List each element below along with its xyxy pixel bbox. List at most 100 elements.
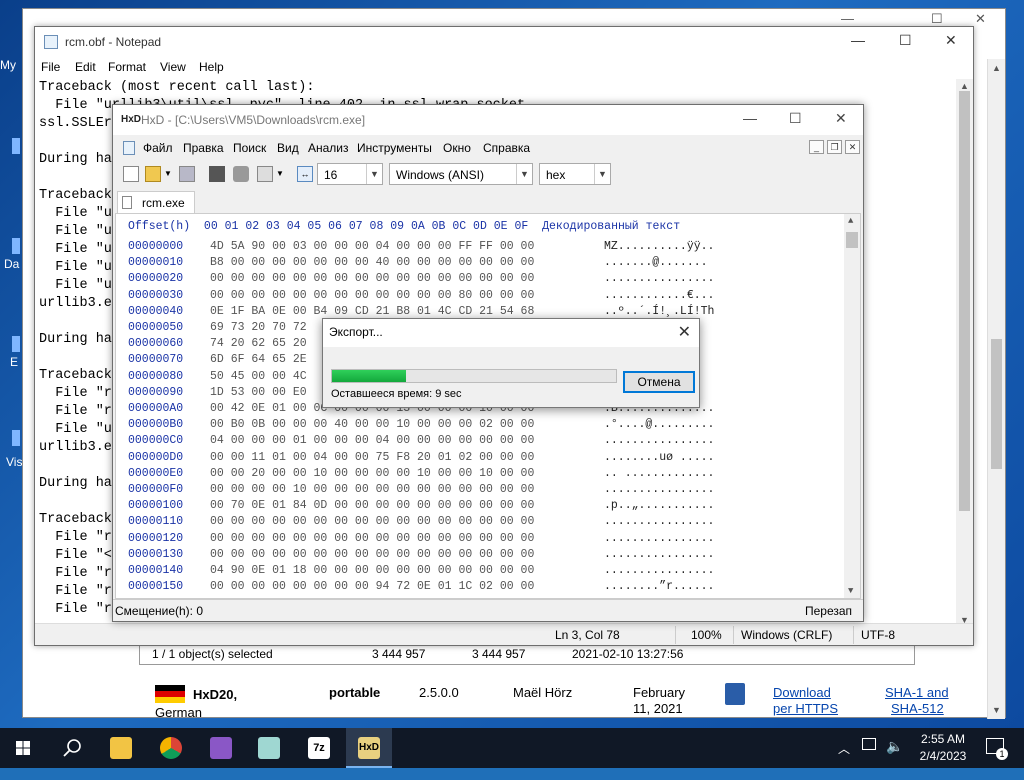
hex-bytes[interactable]: 00 00 00 00 00 00 00 00 94 72 0E 01 1C 0…	[210, 580, 534, 593]
mdi-restore-icon[interactable]: ❐	[827, 140, 842, 154]
scroll-up-icon[interactable]: ▲	[960, 81, 969, 91]
taskbar-visual-studio[interactable]	[198, 728, 244, 768]
hex-bytes[interactable]: 00 00 00 00 00 00 00 00 00 00 00 00 00 0…	[210, 515, 534, 528]
hex-decoded-text[interactable]: ................	[604, 515, 714, 528]
hex-decoded-text[interactable]: .......@.......	[604, 256, 708, 269]
hex-decoded-text[interactable]: ........”r......	[604, 580, 714, 593]
hex-bytes[interactable]: 00 00 00 00 00 00 00 00 00 00 00 00 00 0…	[210, 548, 534, 561]
hex-decoded-text[interactable]: .. .............	[604, 467, 714, 480]
edit-mode-status[interactable]: Перезап	[805, 604, 852, 618]
hex-bytes[interactable]: 0E 1F BA 0E 00 B4 09 CD 21 B8 01 4C CD 2…	[210, 305, 534, 318]
taskbar-hxd[interactable]: HxD	[346, 728, 392, 768]
menu-view[interactable]: Вид	[277, 141, 299, 155]
taskbar-notepad[interactable]	[246, 728, 292, 768]
network-icon[interactable]	[862, 738, 876, 750]
hex-decoded-text[interactable]: ................	[604, 564, 714, 577]
search-button[interactable]	[48, 728, 94, 768]
download-link[interactable]: Download	[773, 685, 831, 700]
hex-bytes[interactable]: 4D 5A 90 00 03 00 00 00 04 00 00 00 FF F…	[210, 240, 534, 253]
process-dropdown-icon[interactable]: ▼	[275, 166, 285, 182]
desktop-icon-label[interactable]: E	[10, 355, 18, 369]
hex-bytes[interactable]: B8 00 00 00 00 00 00 00 40 00 00 00 00 0…	[210, 256, 534, 269]
hex-bytes[interactable]: 00 B0 0B 00 00 00 40 00 00 10 00 00 00 0…	[210, 418, 534, 431]
scroll-thumb[interactable]	[991, 339, 1002, 469]
taskbar-file-explorer[interactable]	[98, 728, 144, 768]
menu-format[interactable]: Format	[108, 60, 146, 74]
hex-bytes[interactable]: 6D 6F 64 65 2E	[210, 353, 307, 366]
menu-search[interactable]: Поиск	[233, 141, 266, 155]
download-link-2[interactable]: per HTTPS	[773, 701, 838, 716]
minimize-icon[interactable]: —	[743, 110, 757, 126]
scroll-thumb[interactable]	[846, 232, 858, 248]
hex-decoded-text[interactable]: .p..„...........	[604, 499, 714, 512]
hex-bytes[interactable]: 00 00 00 00 10 00 00 00 00 00 00 00 00 0…	[210, 483, 534, 496]
menu-analysis[interactable]: Анализ	[308, 141, 349, 155]
ram-icon[interactable]	[209, 166, 225, 182]
hex-bytes[interactable]: 04 90 0E 01 18 00 00 00 00 00 00 00 00 0…	[210, 564, 534, 577]
menu-window[interactable]: Окно	[443, 141, 471, 155]
menu-help[interactable]: Help	[199, 60, 224, 74]
browser-scrollbar[interactable]: ▲ ▼	[987, 59, 1005, 719]
desktop-icon[interactable]	[12, 138, 20, 154]
mdi-close-icon[interactable]: ✕	[845, 140, 860, 154]
hex-bytes[interactable]: 00 00 00 00 00 00 00 00 00 00 00 00 00 0…	[210, 272, 534, 285]
hex-bytes[interactable]: 00 00 20 00 00 10 00 00 00 00 10 00 00 1…	[210, 467, 534, 480]
hex-decoded-text[interactable]: ................	[604, 532, 714, 545]
maximize-icon[interactable]: ☐	[931, 11, 943, 27]
hex-decoded-text[interactable]: ................	[604, 272, 714, 285]
scroll-thumb[interactable]	[959, 91, 970, 511]
charset-select[interactable]: Windows (ANSI) ▼	[389, 163, 533, 185]
hex-bytes[interactable]: 00 00 00 00 00 00 00 00 00 00 00 00 00 0…	[210, 532, 534, 545]
desktop-icon[interactable]	[12, 336, 20, 352]
hex-decoded-text[interactable]: ..º..´.Í!¸.LÍ!Th	[604, 305, 714, 318]
desktop-icon[interactable]	[12, 430, 20, 446]
process-icon[interactable]	[257, 166, 273, 182]
maximize-icon[interactable]: ☐	[899, 32, 912, 49]
new-file-icon[interactable]	[123, 166, 139, 182]
desktop-icon[interactable]	[12, 238, 20, 254]
hex-decoded-text[interactable]: ................	[604, 483, 714, 496]
hex-decoded-text[interactable]: ........uø .....	[604, 451, 714, 464]
taskbar-7zip[interactable]: 7z	[296, 728, 342, 768]
desktop-icon-label[interactable]: Vis	[6, 455, 22, 469]
hex-bytes[interactable]: 1D 53 00 00 E0	[210, 386, 307, 399]
save-icon[interactable]	[179, 166, 195, 182]
disk-icon[interactable]	[233, 166, 249, 182]
bytes-per-row-select[interactable]: 16 ▼	[317, 163, 383, 185]
chevron-down-icon[interactable]: ▼	[594, 164, 610, 184]
open-dropdown-icon[interactable]: ▼	[163, 166, 173, 182]
chevron-down-icon[interactable]: ▼	[366, 164, 382, 184]
hex-bytes[interactable]: 00 00 00 00 00 00 00 00 00 00 00 00 80 0…	[210, 289, 534, 302]
hex-decoded-text[interactable]: MZ..........ÿÿ..	[604, 240, 714, 253]
close-icon[interactable]: ✕	[678, 322, 691, 342]
clock[interactable]: 2:55 AM 2/4/2023	[912, 731, 974, 765]
hex-decoded-text[interactable]: ............€...	[604, 289, 714, 302]
notepad-titlebar[interactable]: rcm.obf - Notepad — ☐ ✕	[35, 27, 973, 57]
chevron-down-icon[interactable]: ▼	[516, 164, 532, 184]
hash-link-2[interactable]: SHA-512	[891, 701, 944, 716]
mdi-minimize-icon[interactable]: _	[809, 140, 824, 154]
desktop-icon-label[interactable]: My	[0, 58, 16, 72]
desktop-icon-label[interactable]: Da	[4, 257, 19, 271]
hex-decoded-text[interactable]: ................	[604, 434, 714, 447]
display-mode-select[interactable]: hex ▼	[539, 163, 611, 185]
hex-bytes[interactable]: 69 73 20 70 72	[210, 321, 307, 334]
start-button[interactable]	[0, 728, 46, 768]
hxd-titlebar[interactable]: HxD HxD - [C:\Users\VM5\Downloads\rcm.ex…	[113, 105, 863, 135]
hash-link[interactable]: SHA-1 and	[885, 685, 949, 700]
floppy-icon[interactable]	[725, 683, 745, 705]
taskbar-chrome[interactable]	[148, 728, 194, 768]
hex-bytes[interactable]: 04 00 00 00 01 00 00 00 04 00 00 00 00 0…	[210, 434, 534, 447]
dialog-titlebar[interactable]: Экспорт... ✕	[323, 319, 699, 347]
volume-icon[interactable]: 🔈	[886, 738, 903, 778]
hex-bytes[interactable]: 50 45 00 00 4C	[210, 370, 307, 383]
scroll-down-icon[interactable]: ▼	[992, 705, 1001, 715]
minimize-icon[interactable]: —	[841, 11, 854, 26]
maximize-icon[interactable]: ☐	[789, 110, 802, 127]
close-icon[interactable]: ✕	[975, 11, 986, 27]
hex-bytes[interactable]: 74 20 62 65 20	[210, 337, 307, 350]
menu-tools[interactable]: Инструменты	[357, 141, 432, 155]
close-icon[interactable]: ✕	[835, 110, 847, 127]
scroll-up-icon[interactable]: ▲	[992, 63, 1001, 73]
menu-edit[interactable]: Правка	[183, 141, 224, 155]
